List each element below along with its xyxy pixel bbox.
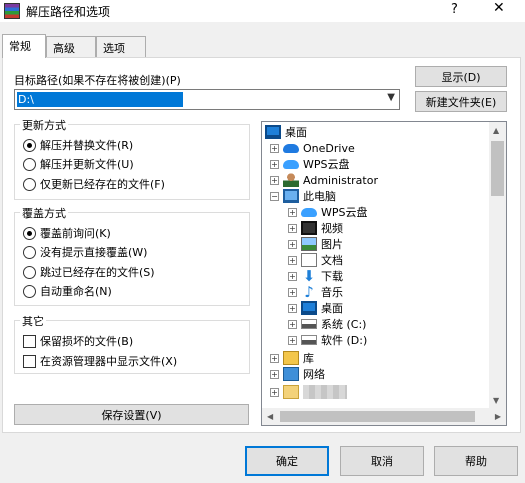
overwrite-option-ask[interactable]: 覆盖前询问(K): [23, 225, 111, 241]
tree-item-this-pc[interactable]: − 此电脑: [270, 188, 336, 204]
tree-item-pictures[interactable]: + 图片: [288, 236, 343, 252]
update-option-update[interactable]: 解压并更新文件(U): [23, 156, 134, 172]
pictures-icon: [301, 237, 317, 251]
expand-icon[interactable]: +: [270, 369, 279, 379]
keep-broken-files-checkbox[interactable]: 保留损坏的文件(B): [23, 333, 133, 349]
scroll-right-icon[interactable]: ▶: [495, 412, 501, 421]
radio-button[interactable]: [23, 284, 36, 298]
window-title: 解压路径和选项: [26, 5, 111, 19]
tree-item-libraries[interactable]: + 库: [270, 350, 314, 366]
expand-icon[interactable]: +: [288, 239, 297, 249]
scroll-down-icon[interactable]: ▼: [493, 396, 499, 405]
overwrite-option-silent[interactable]: 没有提示直接覆盖(W): [23, 244, 147, 260]
tree-item-documents[interactable]: + 文档: [288, 252, 343, 268]
overwrite-mode-title: 覆盖方式: [20, 205, 68, 221]
scroll-up-icon[interactable]: ▲: [493, 126, 499, 135]
expand-icon[interactable]: +: [288, 271, 297, 281]
overwrite-option-rename[interactable]: 自动重命名(N): [23, 283, 112, 299]
music-icon: ♪: [304, 283, 314, 301]
update-option-replace[interactable]: 解压并替换文件(R): [23, 137, 133, 153]
wps-cloud-icon: [283, 159, 299, 169]
tab-options[interactable]: 选项: [96, 36, 146, 58]
tree-item-onedrive[interactable]: + OneDrive: [270, 140, 355, 156]
expand-icon[interactable]: +: [288, 319, 297, 329]
video-icon: [301, 221, 317, 235]
update-option-existing-only[interactable]: 仅更新已经存在的文件(F): [23, 176, 165, 192]
expand-icon[interactable]: +: [270, 159, 279, 169]
close-button[interactable]: ✕: [493, 0, 505, 16]
expand-icon[interactable]: +: [288, 335, 297, 345]
tree-item-drive-c[interactable]: + 系统 (C:): [288, 316, 366, 332]
documents-icon: [301, 253, 317, 267]
drive-icon: [301, 319, 317, 329]
path-combobox[interactable]: D:\ ▼: [14, 89, 400, 110]
radio-button[interactable]: [23, 157, 36, 171]
tree-item-videos[interactable]: + 视频: [288, 220, 343, 236]
tree-item-wps-cloud[interactable]: + WPS云盘: [270, 156, 350, 172]
radio-button[interactable]: [23, 138, 36, 152]
ok-button[interactable]: 确定: [245, 446, 329, 476]
checkbox[interactable]: [23, 354, 36, 368]
expand-icon[interactable]: +: [288, 303, 297, 313]
cloud-icon: [283, 143, 299, 153]
tree-item-pc-desktop[interactable]: + 桌面: [288, 300, 343, 316]
tree-item-network[interactable]: + 网络: [270, 366, 325, 382]
wps-cloud-icon: [301, 207, 317, 217]
folder-tree[interactable]: 桌面 + OneDrive + WPS云盘 + Administrator − …: [261, 121, 507, 426]
tab-general[interactable]: 常规: [2, 34, 46, 58]
save-settings-button[interactable]: 保存设置(V): [14, 404, 249, 425]
new-folder-button[interactable]: 新建文件夹(E): [415, 91, 507, 112]
expand-icon[interactable]: +: [288, 207, 297, 217]
radio-button[interactable]: [23, 226, 36, 240]
tree-item-administrator[interactable]: + Administrator: [270, 172, 378, 188]
tree-item-hidden[interactable]: +: [270, 384, 347, 400]
desktop-icon: [301, 301, 317, 315]
computer-icon: [283, 189, 299, 203]
expand-icon[interactable]: +: [288, 223, 297, 233]
scroll-left-icon[interactable]: ◀: [267, 412, 273, 421]
network-icon: [283, 367, 299, 381]
download-icon: ⬇: [302, 267, 316, 285]
expand-icon[interactable]: +: [270, 353, 279, 363]
overwrite-option-skip[interactable]: 跳过已经存在的文件(S): [23, 264, 155, 280]
tree-item-music[interactable]: + ♪ 音乐: [288, 284, 343, 300]
vertical-scrollbar[interactable]: ▲ ▼: [489, 122, 506, 409]
redacted-label: [303, 385, 347, 399]
radio-button[interactable]: [23, 265, 36, 279]
folder-icon: [283, 385, 299, 399]
chevron-down-icon[interactable]: ▼: [387, 92, 395, 103]
expand-icon[interactable]: +: [270, 387, 279, 397]
user-icon: [283, 173, 299, 187]
expand-icon[interactable]: +: [288, 287, 297, 297]
title-bar: 解压路径和选项 ? ✕: [0, 0, 525, 22]
tab-advanced[interactable]: 高级: [46, 36, 96, 58]
tree-item-downloads[interactable]: + ⬇ 下载: [288, 268, 343, 284]
help-button[interactable]: 帮助: [434, 446, 518, 476]
expand-icon[interactable]: +: [270, 175, 279, 185]
vertical-scroll-thumb[interactable]: [491, 141, 504, 196]
update-mode-title: 更新方式: [20, 117, 68, 133]
show-in-explorer-checkbox[interactable]: 在资源管理器中显示文件(X): [23, 353, 177, 369]
radio-button[interactable]: [23, 245, 36, 259]
title-help-button[interactable]: ?: [451, 2, 458, 17]
path-label: 目标路径(如果不存在将被创建)(P): [14, 74, 181, 87]
expand-icon[interactable]: +: [288, 255, 297, 265]
cancel-button[interactable]: 取消: [340, 446, 424, 476]
tree-item-pc-wps-cloud[interactable]: + WPS云盘: [288, 204, 368, 220]
drive-icon: [301, 335, 317, 345]
tree-item-desktop[interactable]: 桌面: [265, 124, 307, 140]
misc-title: 其它: [20, 313, 46, 329]
winrar-app-icon: [4, 3, 20, 19]
desktop-icon: [265, 125, 281, 139]
horizontal-scroll-thumb[interactable]: [280, 411, 475, 422]
show-button[interactable]: 显示(D): [415, 66, 507, 87]
collapse-icon[interactable]: −: [270, 191, 279, 201]
checkbox[interactable]: [23, 334, 36, 348]
path-input[interactable]: D:\: [17, 92, 183, 107]
horizontal-scrollbar[interactable]: ◀ ▶: [262, 408, 506, 425]
library-icon: [283, 351, 299, 365]
expand-icon[interactable]: +: [270, 143, 279, 153]
tree-item-drive-d[interactable]: + 软件 (D:): [288, 332, 367, 348]
radio-button[interactable]: [23, 177, 36, 191]
